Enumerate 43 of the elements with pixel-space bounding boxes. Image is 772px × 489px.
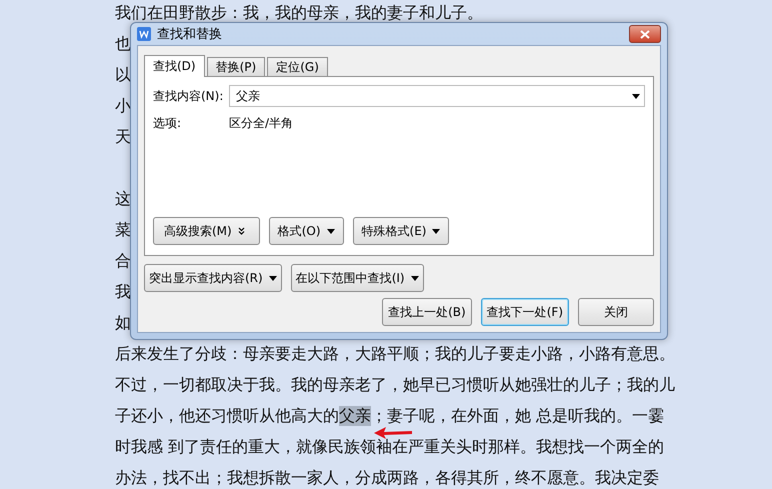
document-text-line: 以 (115, 64, 131, 84)
field-label: 查找内容(N): (153, 88, 224, 104)
close-button[interactable] (629, 25, 661, 43)
option-button[interactable]: 格式(O) (268, 217, 344, 245)
document-text: ；妻子呢，在外面，她 总是听我的。一霎 (371, 406, 664, 426)
find-combo-field[interactable]: 父亲 (229, 85, 645, 107)
double-chevron-icon (238, 227, 245, 235)
caret-icon (268, 276, 277, 280)
action-button[interactable]: 查找下一处(F) (480, 298, 569, 326)
dropdown-caret-icon (632, 94, 640, 98)
document-text-line: 我 (115, 282, 131, 302)
tab[interactable]: 查找(D) (144, 55, 205, 77)
document-text-line: 小 (115, 96, 131, 116)
dialog-title: 查找和替换 (157, 26, 222, 43)
menu-button[interactable]: 在以下范围中查找(I) (290, 264, 424, 292)
close-icon (640, 30, 650, 38)
document-text-line: 合 (115, 250, 131, 270)
annotation-arrow (374, 427, 412, 439)
document-text-line: 如 (115, 312, 131, 332)
document-text: 子还小，他还习惯听从他高大的 (115, 406, 339, 426)
action-button[interactable]: 关闭 (578, 298, 654, 326)
option-button[interactable]: 高级搜索(M) (153, 217, 260, 245)
document-text-line: 后来发生了分歧：母亲要走大路，大路平顺；我的儿子要走小路，小路有意思。 (115, 344, 675, 364)
option-button[interactable]: 特殊格式(E) (352, 217, 450, 245)
caret-icon (432, 228, 440, 234)
document-text-line: 时我感 到了责任的重大，就像民族领袖在严重关头时那样。我想找一个两全的 (115, 436, 664, 456)
highlighted-text: 父亲 (339, 406, 371, 426)
menu-button[interactable]: 突出显示查找内容(R) (144, 264, 282, 292)
app-icon (137, 27, 151, 41)
action-button[interactable]: 查找上一处(B) (382, 298, 472, 326)
document-text-line: 天 (115, 126, 131, 146)
tab[interactable]: 定位(G) (267, 57, 328, 77)
caret-icon (326, 228, 335, 234)
document-text-line: 办法，找不出；我想拆散一家人，分成两路，各得其所，终不愿意。我决定委 (115, 468, 659, 488)
document-text-line: 菜 (115, 220, 131, 240)
tab[interactable]: 替换(P) (206, 57, 266, 77)
document-text-line: 这 (115, 188, 131, 208)
document-text-line: 不过，一切都取决于我。我的母亲老了，她早已习惯听从她强壮的儿子；我的儿 (115, 374, 675, 394)
caret-icon (410, 276, 419, 280)
options-label: 选项: (153, 114, 182, 132)
document-text-line: 我们在田野散步：我，我的母亲，我的妻子和儿子。 (115, 2, 483, 22)
document-text-line: 也 (115, 34, 131, 54)
options-value: 区分全/半角 (229, 115, 294, 132)
